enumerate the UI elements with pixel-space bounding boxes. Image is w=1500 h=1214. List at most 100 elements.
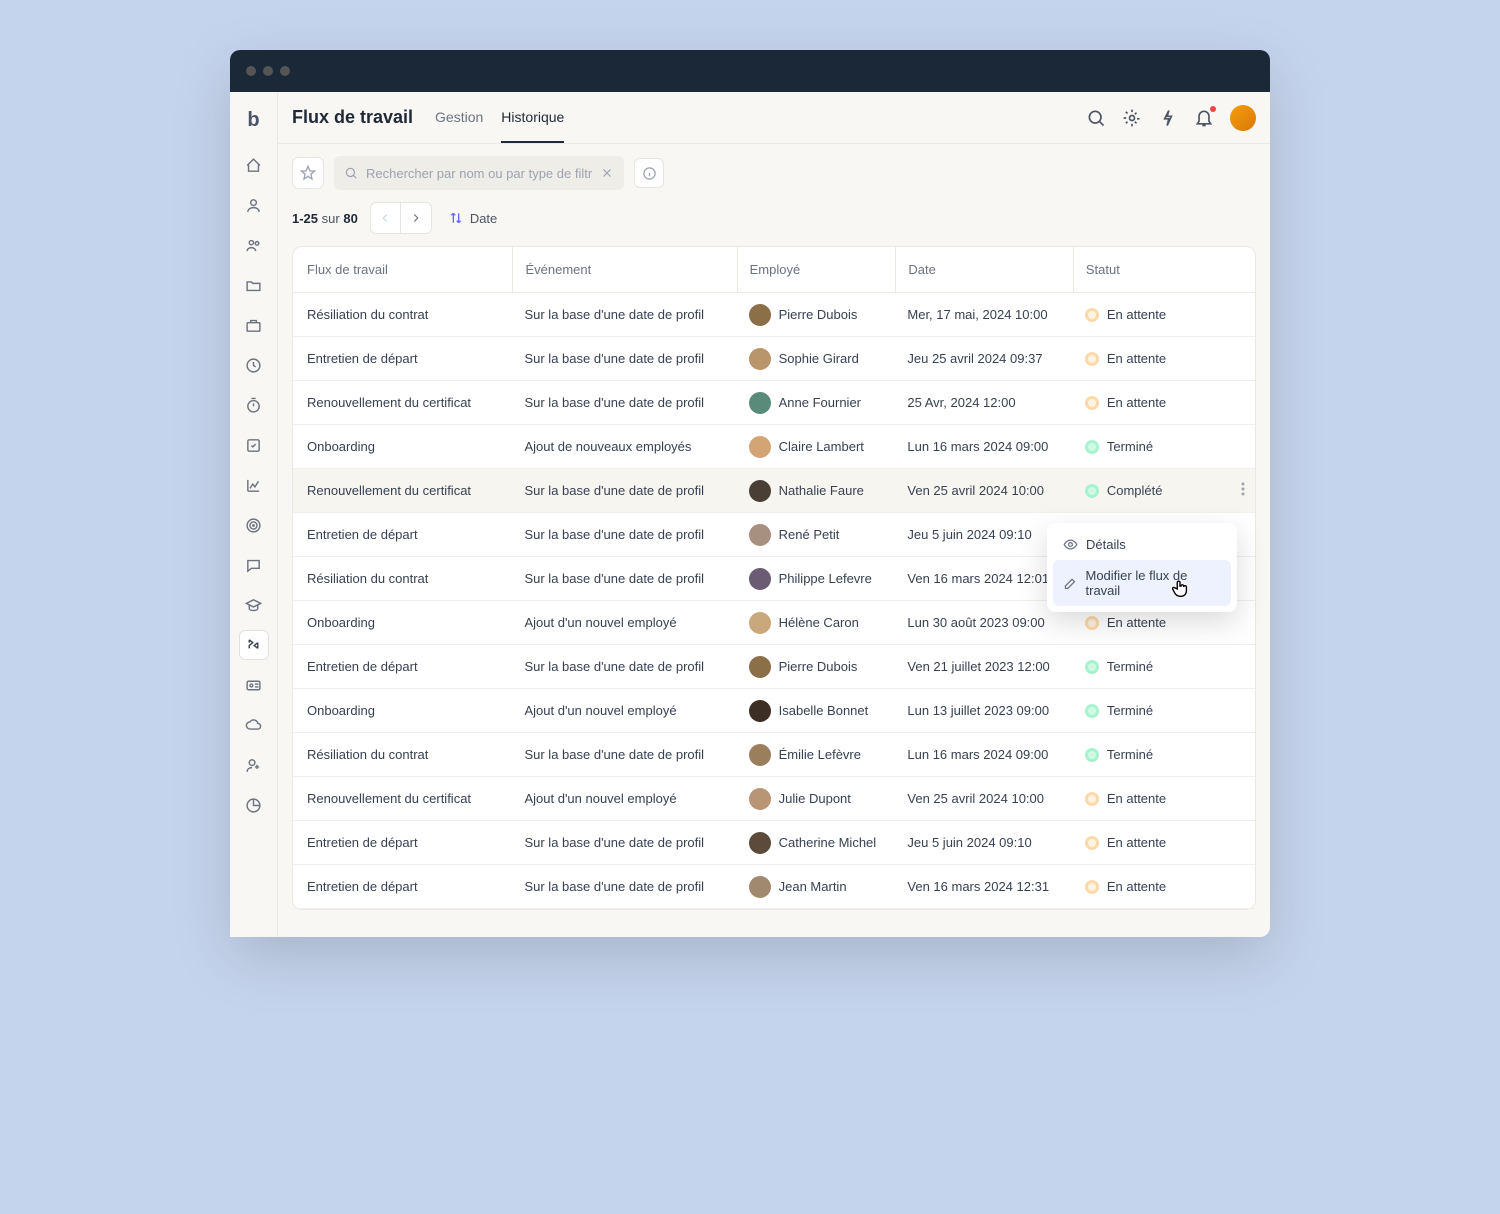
favorite-button[interactable] bbox=[292, 157, 324, 189]
cell-event: Sur la base d'une date de profil bbox=[512, 747, 736, 762]
cell-event: Sur la base d'une date de profil bbox=[512, 659, 736, 674]
cell-event: Sur la base d'une date de profil bbox=[512, 351, 736, 366]
cloud-icon[interactable] bbox=[239, 710, 269, 740]
prev-page-button[interactable] bbox=[371, 203, 401, 233]
pagination-range: 1-25 sur 80 bbox=[292, 211, 358, 226]
menu-edit-label: Modifier le flux de travail bbox=[1086, 568, 1222, 598]
checkbox-icon[interactable] bbox=[239, 430, 269, 460]
sort-label: Date bbox=[470, 211, 497, 226]
cell-employee: Catherine Michel bbox=[737, 832, 896, 854]
cell-date: Ven 25 avril 2024 10:00 bbox=[895, 483, 1072, 498]
search-icon[interactable] bbox=[1086, 108, 1106, 128]
target-icon[interactable] bbox=[239, 510, 269, 540]
cell-employee: Nathalie Faure bbox=[737, 480, 896, 502]
table-row[interactable]: Résiliation du contratSur la base d'une … bbox=[293, 293, 1255, 337]
pie-icon[interactable] bbox=[239, 790, 269, 820]
cell-flux: Résiliation du contrat bbox=[307, 571, 512, 586]
employee-avatar bbox=[749, 304, 771, 326]
cell-event: Sur la base d'une date de profil bbox=[512, 483, 736, 498]
cell-employee: Isabelle Bonnet bbox=[737, 700, 896, 722]
minimize-window-dot[interactable] bbox=[263, 66, 273, 76]
chat-icon[interactable] bbox=[239, 550, 269, 580]
next-page-button[interactable] bbox=[401, 203, 431, 233]
col-employee[interactable]: Employé bbox=[737, 247, 896, 292]
table-header: Flux de travail Événement Employé Date S… bbox=[293, 247, 1255, 293]
employee-avatar bbox=[749, 832, 771, 854]
activity-icon[interactable] bbox=[1158, 108, 1178, 128]
employee-avatar bbox=[749, 392, 771, 414]
col-date[interactable]: Date bbox=[895, 247, 1072, 292]
context-menu: Détails Modifier le flux de travail bbox=[1047, 523, 1237, 612]
cell-flux: Entretien de départ bbox=[307, 527, 512, 542]
col-flux[interactable]: Flux de travail bbox=[307, 262, 512, 277]
users-icon[interactable] bbox=[239, 230, 269, 260]
maximize-window-dot[interactable] bbox=[280, 66, 290, 76]
cell-status: En attente bbox=[1073, 791, 1241, 806]
timer-icon[interactable] bbox=[239, 390, 269, 420]
search-input[interactable] bbox=[366, 166, 592, 181]
menu-details-label: Détails bbox=[1086, 537, 1126, 552]
row-menu-button[interactable] bbox=[1241, 482, 1245, 499]
page-title: Flux de travail bbox=[292, 107, 413, 128]
status-dot bbox=[1085, 440, 1099, 454]
info-button[interactable] bbox=[634, 158, 664, 188]
menu-details[interactable]: Détails bbox=[1053, 529, 1231, 560]
status-dot bbox=[1085, 352, 1099, 366]
cell-flux: Onboarding bbox=[307, 615, 512, 630]
cell-status: Terminé bbox=[1073, 439, 1241, 454]
tab-gestion[interactable]: Gestion bbox=[435, 92, 483, 143]
status-dot bbox=[1085, 484, 1099, 498]
table-row[interactable]: Renouvellement du certificatAjout d'un n… bbox=[293, 777, 1255, 821]
cursor-hand-icon bbox=[1169, 577, 1191, 599]
folder-icon[interactable] bbox=[239, 270, 269, 300]
user-icon[interactable] bbox=[239, 190, 269, 220]
col-status[interactable]: Statut bbox=[1073, 247, 1241, 292]
add-user-icon[interactable] bbox=[239, 750, 269, 780]
id-icon[interactable] bbox=[239, 670, 269, 700]
sort-button[interactable]: Date bbox=[444, 206, 501, 230]
cell-event: Sur la base d'une date de profil bbox=[512, 835, 736, 850]
employee-avatar bbox=[749, 612, 771, 634]
table-row[interactable]: Résiliation du contratSur la base d'une … bbox=[293, 733, 1255, 777]
cell-status: Terminé bbox=[1073, 659, 1241, 674]
cell-event: Sur la base d'une date de profil bbox=[512, 395, 736, 410]
menu-edit[interactable]: Modifier le flux de travail bbox=[1053, 560, 1231, 606]
tab-historique[interactable]: Historique bbox=[501, 92, 564, 143]
bell-icon[interactable] bbox=[1194, 108, 1214, 128]
settings-icon[interactable] bbox=[1122, 108, 1142, 128]
cell-date: Jeu 25 avril 2024 09:37 bbox=[895, 351, 1072, 366]
cell-employee: Pierre Dubois bbox=[737, 656, 896, 678]
close-window-dot[interactable] bbox=[246, 66, 256, 76]
table-row[interactable]: Renouvellement du certificatSur la base … bbox=[293, 381, 1255, 425]
employee-avatar bbox=[749, 656, 771, 678]
cell-flux: Résiliation du contrat bbox=[307, 307, 512, 322]
cell-date: Jeu 5 juin 2024 09:10 bbox=[895, 835, 1072, 850]
cell-status: En attente bbox=[1073, 351, 1241, 366]
table-row[interactable]: Entretien de départSur la base d'une dat… bbox=[293, 865, 1255, 909]
employee-avatar bbox=[749, 568, 771, 590]
table-row[interactable]: Entretien de départSur la base d'une dat… bbox=[293, 337, 1255, 381]
home-icon[interactable] bbox=[239, 150, 269, 180]
employee-avatar bbox=[749, 788, 771, 810]
briefcase-icon[interactable] bbox=[239, 310, 269, 340]
table-row[interactable]: Renouvellement du certificatSur la base … bbox=[293, 469, 1255, 513]
chart-icon[interactable] bbox=[239, 470, 269, 500]
cell-employee: Pierre Dubois bbox=[737, 304, 896, 326]
status-dot bbox=[1085, 704, 1099, 718]
clear-icon[interactable] bbox=[600, 166, 614, 180]
graduation-icon[interactable] bbox=[239, 590, 269, 620]
user-avatar[interactable] bbox=[1230, 105, 1256, 131]
table-row[interactable]: OnboardingAjout de nouveaux employésClai… bbox=[293, 425, 1255, 469]
cell-employee: Julie Dupont bbox=[737, 788, 896, 810]
cell-flux: Onboarding bbox=[307, 703, 512, 718]
status-dot bbox=[1085, 660, 1099, 674]
status-dot bbox=[1085, 616, 1099, 630]
table-row[interactable]: Entretien de départSur la base d'une dat… bbox=[293, 645, 1255, 689]
table-row[interactable]: Entretien de départSur la base d'une dat… bbox=[293, 821, 1255, 865]
table-row[interactable]: OnboardingAjout d'un nouvel employéIsabe… bbox=[293, 689, 1255, 733]
cell-date: Lun 16 mars 2024 09:00 bbox=[895, 439, 1072, 454]
col-event[interactable]: Événement bbox=[512, 247, 736, 292]
cell-status: En attente bbox=[1073, 615, 1241, 630]
workflow-icon[interactable] bbox=[239, 630, 269, 660]
clock-icon[interactable] bbox=[239, 350, 269, 380]
